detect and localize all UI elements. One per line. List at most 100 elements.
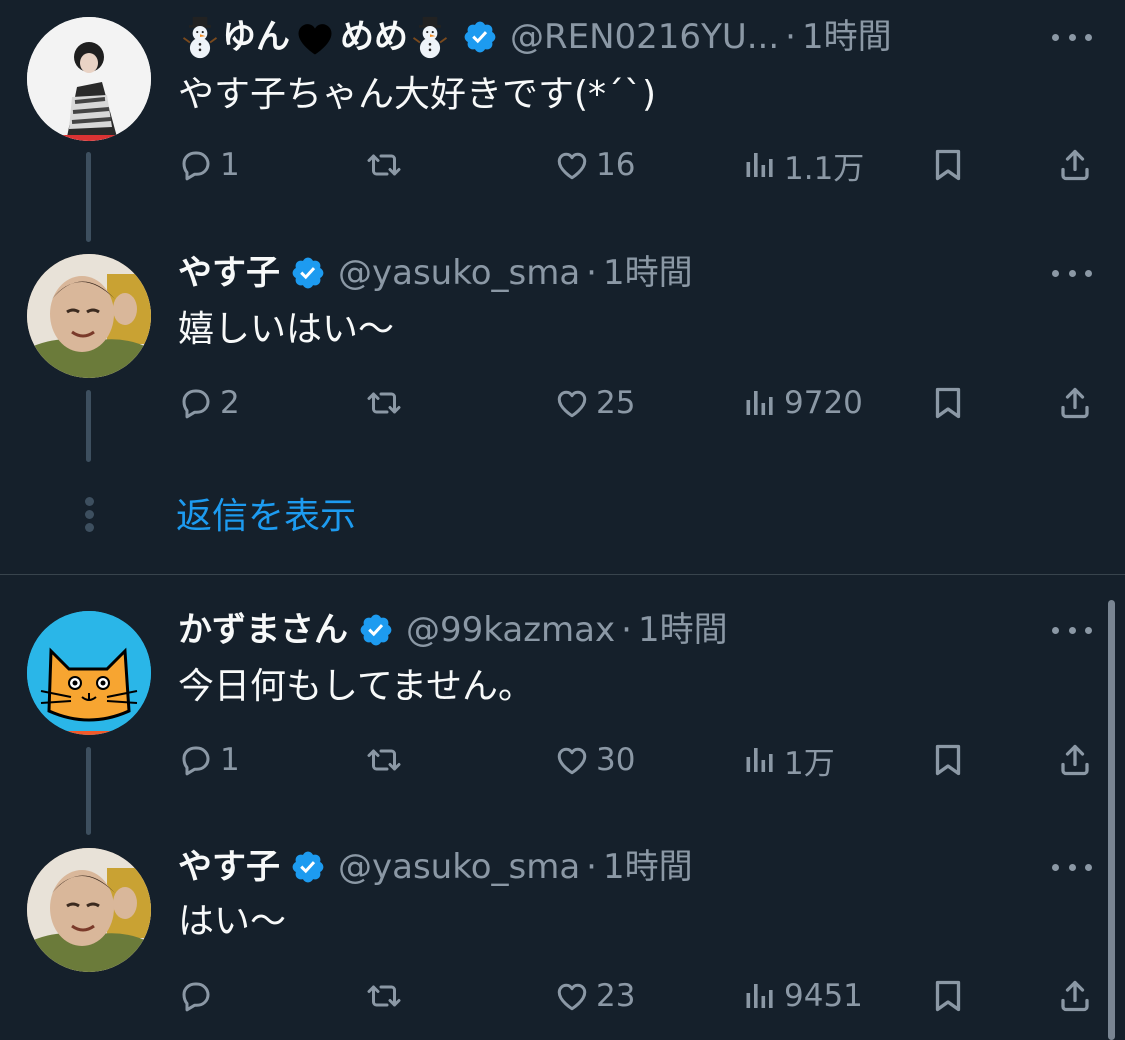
heart-icon bbox=[554, 978, 590, 1014]
share-icon bbox=[1057, 978, 1093, 1014]
retweet-button[interactable] bbox=[366, 735, 402, 785]
reply-icon bbox=[178, 385, 214, 421]
snowman-emoji-icon bbox=[408, 15, 452, 59]
scrollbar[interactable] bbox=[1108, 600, 1115, 1040]
tweet-header: ゆん めめ @REN0216YU... · 1時間 bbox=[178, 12, 892, 62]
like-count: 25 bbox=[596, 385, 636, 421]
view-count: 1万 bbox=[784, 745, 835, 782]
bookmark-button[interactable] bbox=[930, 735, 966, 785]
thread-continuation-dots bbox=[82, 497, 96, 537]
retweet-button[interactable] bbox=[366, 378, 402, 428]
display-name-suffix[interactable]: めめ bbox=[340, 12, 408, 62]
thread-line bbox=[86, 747, 91, 835]
like-button[interactable]: 23 bbox=[554, 971, 635, 1021]
bookmark-button[interactable] bbox=[930, 378, 966, 428]
reply-icon bbox=[178, 742, 214, 778]
timestamp[interactable]: 1時間 bbox=[603, 248, 693, 298]
bookmark-icon bbox=[930, 978, 966, 1014]
share-icon bbox=[1057, 742, 1093, 778]
tweet-header: やす子 @yasuko_sma · 1時間 bbox=[178, 248, 693, 298]
retweet-icon bbox=[366, 385, 402, 421]
reply-button[interactable]: 2 bbox=[178, 378, 240, 428]
share-button[interactable] bbox=[1057, 735, 1093, 785]
user-handle[interactable]: @yasuko_sma bbox=[338, 248, 580, 298]
bookmark-button[interactable] bbox=[930, 971, 966, 1021]
bookmark-button[interactable] bbox=[930, 140, 966, 190]
share-button[interactable] bbox=[1057, 140, 1093, 190]
reply-count: 1 bbox=[220, 742, 240, 778]
like-count: 16 bbox=[596, 147, 636, 183]
thread-line bbox=[86, 390, 91, 462]
more-options-icon[interactable] bbox=[1048, 847, 1096, 887]
verified-badge-icon bbox=[290, 255, 326, 291]
view-count: 1.1万 bbox=[784, 150, 865, 187]
views-button[interactable]: 9451 bbox=[742, 971, 863, 1021]
tweet-header: やす子 @yasuko_sma · 1時間 bbox=[178, 842, 693, 892]
display-name[interactable]: かずまさん bbox=[178, 605, 348, 655]
like-button[interactable]: 30 bbox=[554, 735, 635, 785]
retweet-icon bbox=[366, 147, 402, 183]
more-options-icon[interactable] bbox=[1048, 610, 1096, 650]
bookmark-icon bbox=[930, 385, 966, 421]
thread-line bbox=[86, 152, 91, 242]
cat-avatar-icon bbox=[27, 611, 151, 735]
bookmark-icon bbox=[930, 147, 966, 183]
display-name[interactable]: ゆん bbox=[222, 12, 290, 62]
share-button[interactable] bbox=[1057, 378, 1093, 428]
tweet-text: やす子ちゃん大好きです(*´`) bbox=[178, 74, 657, 115]
share-icon bbox=[1057, 385, 1093, 421]
heart-icon bbox=[554, 385, 590, 421]
like-count: 30 bbox=[596, 742, 636, 778]
timestamp[interactable]: 1時間 bbox=[802, 12, 892, 62]
reply-count: 1 bbox=[220, 147, 240, 183]
timestamp[interactable]: 1時間 bbox=[603, 842, 693, 892]
avatar-2[interactable] bbox=[27, 254, 151, 378]
separator-dot: · bbox=[621, 610, 632, 650]
verified-badge-icon bbox=[358, 612, 394, 648]
tweet-text: はい〜 bbox=[178, 901, 287, 942]
heart-icon bbox=[554, 742, 590, 778]
avatar-4[interactable] bbox=[27, 848, 151, 972]
show-replies-link[interactable]: 返信を表示 bbox=[176, 492, 356, 542]
display-name[interactable]: やす子 bbox=[178, 842, 280, 892]
avatar-image-icon bbox=[27, 254, 151, 378]
reply-button[interactable]: 1 bbox=[178, 735, 240, 785]
retweet-button[interactable] bbox=[366, 140, 402, 190]
like-button[interactable]: 25 bbox=[554, 378, 635, 428]
share-button[interactable] bbox=[1057, 971, 1093, 1021]
share-icon bbox=[1057, 147, 1093, 183]
retweet-button[interactable] bbox=[366, 971, 402, 1021]
separator-dot: · bbox=[586, 253, 597, 293]
views-button[interactable]: 1.1万 bbox=[742, 140, 864, 190]
tweet-text: 今日何もしてません。 bbox=[178, 666, 535, 707]
tweet-text: 嬉しいはい〜 bbox=[178, 309, 395, 350]
reply-icon bbox=[178, 978, 214, 1014]
views-button[interactable]: 1万 bbox=[742, 735, 835, 785]
user-handle[interactable]: @REN0216YU... bbox=[510, 12, 779, 62]
reply-button[interactable]: 1 bbox=[178, 140, 240, 190]
timestamp[interactable]: 1時間 bbox=[638, 605, 728, 655]
user-handle[interactable]: @yasuko_sma bbox=[338, 842, 580, 892]
avatar-1[interactable] bbox=[27, 17, 151, 141]
bookmark-icon bbox=[930, 742, 966, 778]
like-button[interactable]: 16 bbox=[554, 140, 635, 190]
more-options-icon[interactable] bbox=[1048, 17, 1096, 57]
verified-badge-icon bbox=[290, 849, 326, 885]
user-handle[interactable]: @99kazmax bbox=[406, 605, 615, 655]
views-icon bbox=[742, 385, 778, 421]
verified-badge-icon bbox=[462, 19, 498, 55]
views-button[interactable]: 9720 bbox=[742, 378, 863, 428]
divider bbox=[0, 574, 1125, 575]
snowman-emoji-icon bbox=[178, 15, 222, 59]
tweet-header: かずまさん @99kazmax · 1時間 bbox=[178, 605, 728, 655]
reply-icon bbox=[178, 147, 214, 183]
display-name[interactable]: やす子 bbox=[178, 248, 280, 298]
views-icon bbox=[742, 742, 778, 778]
avatar-3[interactable] bbox=[27, 611, 151, 735]
black-heart-emoji-icon bbox=[298, 24, 332, 55]
more-options-icon[interactable] bbox=[1048, 253, 1096, 293]
separator-dot: · bbox=[586, 847, 597, 887]
avatar-image-icon bbox=[27, 848, 151, 972]
reply-button[interactable] bbox=[178, 971, 220, 1021]
like-count: 23 bbox=[596, 978, 636, 1014]
